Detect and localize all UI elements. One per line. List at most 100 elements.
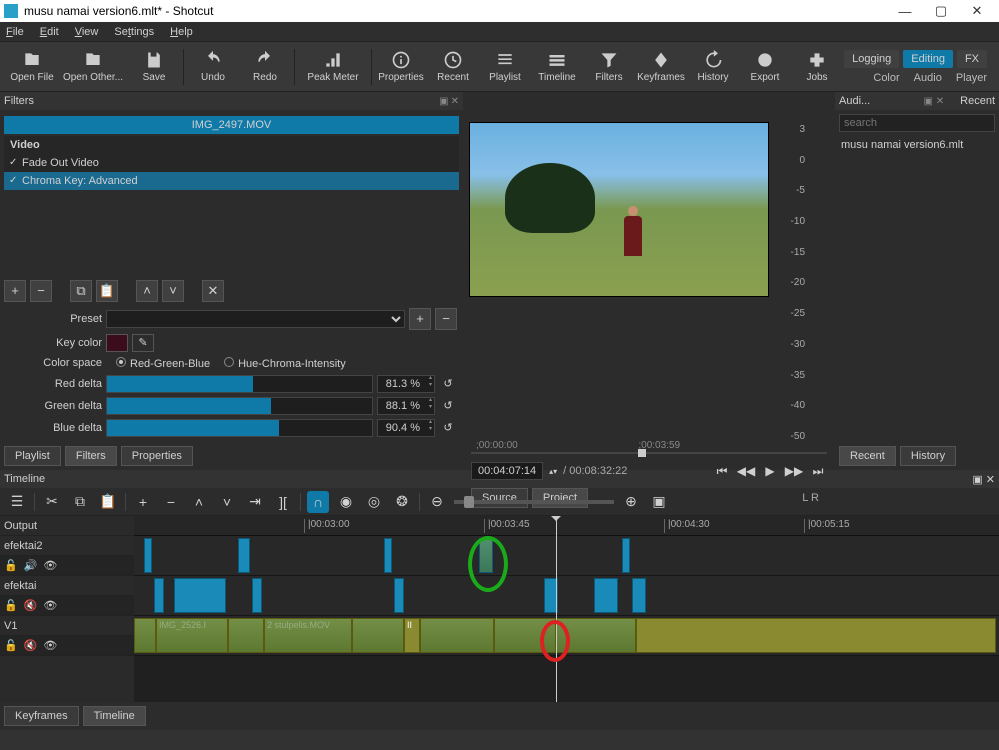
clip[interactable] [238,538,250,573]
track-lane-efektai[interactable] [134,576,999,616]
lift-button[interactable]: ˄ [188,491,210,513]
copy-filter-button[interactable]: ⧉ [70,280,92,302]
add-filter-button[interactable]: + [4,280,26,302]
paste-filter-button[interactable]: 📋 [96,280,118,302]
scrub-button[interactable]: ◉ [335,491,357,513]
fforward-button[interactable]: ▶▶ [785,462,803,480]
clip[interactable] [494,618,556,653]
radio-hci[interactable]: Hue-Chroma-Intensity [224,357,346,370]
skip-prev-button[interactable]: ⏮ [713,462,731,480]
redo-button[interactable]: Redo [239,44,291,90]
track-lane-v1[interactable]: IMG_2526.I 2 stulpelis.MOV II [134,616,999,656]
tab-timeline[interactable]: Timeline [83,706,146,726]
preset-add-button[interactable]: + [409,308,431,330]
track-efektai[interactable]: efektai [0,576,134,596]
red-delta-slider[interactable] [106,375,373,393]
mode-color[interactable]: Color [873,72,899,84]
clip[interactable] [556,618,636,653]
peak-meter-button[interactable]: Peak Meter [298,44,368,90]
history-button[interactable]: History [687,44,739,90]
remove-filter-button[interactable]: − [30,280,52,302]
clip[interactable] [420,618,494,653]
ripple-button[interactable]: ◎ [363,491,385,513]
move-down-button[interactable]: ˅ [162,280,184,302]
tab-properties[interactable]: Properties [121,446,193,466]
maximize-button[interactable]: ▢ [923,0,959,22]
menu-edit[interactable]: Edit [40,26,59,38]
rewind-button[interactable]: ◀◀ [737,462,755,480]
tab-project[interactable]: Project [532,488,588,508]
panel-close-icon[interactable]: ✕ [451,96,459,107]
key-color-swatch[interactable] [106,334,128,352]
preset-remove-button[interactable]: − [435,308,457,330]
eye-icon[interactable]: 👁 [43,559,57,572]
clip[interactable] [394,578,404,613]
minimize-button[interactable]: — [887,0,923,22]
mode-audio[interactable]: Audio [914,72,942,84]
tab-filters[interactable]: Filters [65,446,117,466]
blue-reset-button[interactable]: ↺ [439,419,457,437]
clip[interactable] [622,538,630,573]
insert-button[interactable]: ⇥ [244,491,266,513]
zoom-fit-button[interactable]: ▣ [648,491,670,513]
zoom-out-button[interactable]: ⊖ [426,491,448,513]
move-up-button[interactable]: ˄ [136,280,158,302]
zoom-in-button[interactable]: ⊕ [620,491,642,513]
clip[interactable] [154,578,164,613]
lock-icon[interactable]: 🔓 [4,599,18,612]
mode-logging[interactable]: Logging [844,50,899,68]
cut-button[interactable]: ✂ [41,491,63,513]
clip[interactable]: II [404,618,420,653]
eyedropper-button[interactable]: ✎ [132,334,154,352]
mode-fx[interactable]: FX [957,50,987,68]
overwrite-button[interactable]: ˅ [216,491,238,513]
mute-off-icon[interactable]: 🔇 [24,599,38,612]
green-delta-value[interactable]: 88.1 % [377,397,435,415]
lock-icon[interactable]: 🔓 [4,559,18,572]
properties-button[interactable]: Properties [375,44,427,90]
tab-source[interactable]: Source [471,488,528,508]
clip[interactable] [352,618,404,653]
track-output[interactable]: Output [0,516,134,536]
jobs-button[interactable]: Jobs [791,44,843,90]
save-button[interactable]: Save [128,44,180,90]
mute-off-icon[interactable]: 🔇 [24,639,38,652]
clip[interactable]: IMG_2526.I [156,618,228,653]
menu-file[interactable]: File [6,26,24,38]
recent-search-input[interactable] [839,114,995,132]
open-file-button[interactable]: Open File [6,44,58,90]
snap-button[interactable]: ∩ [307,491,329,513]
clip[interactable] [594,578,618,613]
red-reset-button[interactable]: ↺ [439,375,457,393]
clip[interactable] [228,618,264,653]
lock-icon[interactable]: 🔓 [4,639,18,652]
recent-item[interactable]: musu namai version6.mlt [835,136,999,154]
menu-settings[interactable]: Settings [114,26,154,38]
clip[interactable] [384,538,392,573]
zoom-slider[interactable] [464,496,474,508]
split-button[interactable]: ][ [272,491,294,513]
play-button[interactable]: ▶ [761,462,779,480]
playhead[interactable] [556,516,557,702]
green-delta-slider[interactable] [106,397,373,415]
track-v1[interactable]: V1 [0,616,134,636]
clip[interactable] [636,618,996,653]
recent-button[interactable]: Recent [427,44,479,90]
panel-float-icon[interactable]: ▣ [439,96,448,107]
tab-playlist[interactable]: Playlist [4,446,61,466]
clip[interactable] [479,538,493,573]
eye-icon[interactable]: 👁 [43,599,57,612]
open-other-button[interactable]: Open Other... [58,44,128,90]
clip[interactable] [632,578,646,613]
clip[interactable]: 2 stulpelis.MOV [264,618,352,653]
paste-button[interactable]: 📋 [97,491,119,513]
tab-keyframes[interactable]: Keyframes [4,706,79,726]
deselect-button[interactable]: ✕ [202,280,224,302]
timeline-button[interactable]: Timeline [531,44,583,90]
mode-player[interactable]: Player [956,72,987,84]
red-delta-value[interactable]: 81.3 % [377,375,435,393]
keyframes-button[interactable]: Keyframes [635,44,687,90]
mode-editing[interactable]: Editing [903,50,953,68]
tl-menu-button[interactable]: ☰ [6,491,28,513]
green-reset-button[interactable]: ↺ [439,397,457,415]
